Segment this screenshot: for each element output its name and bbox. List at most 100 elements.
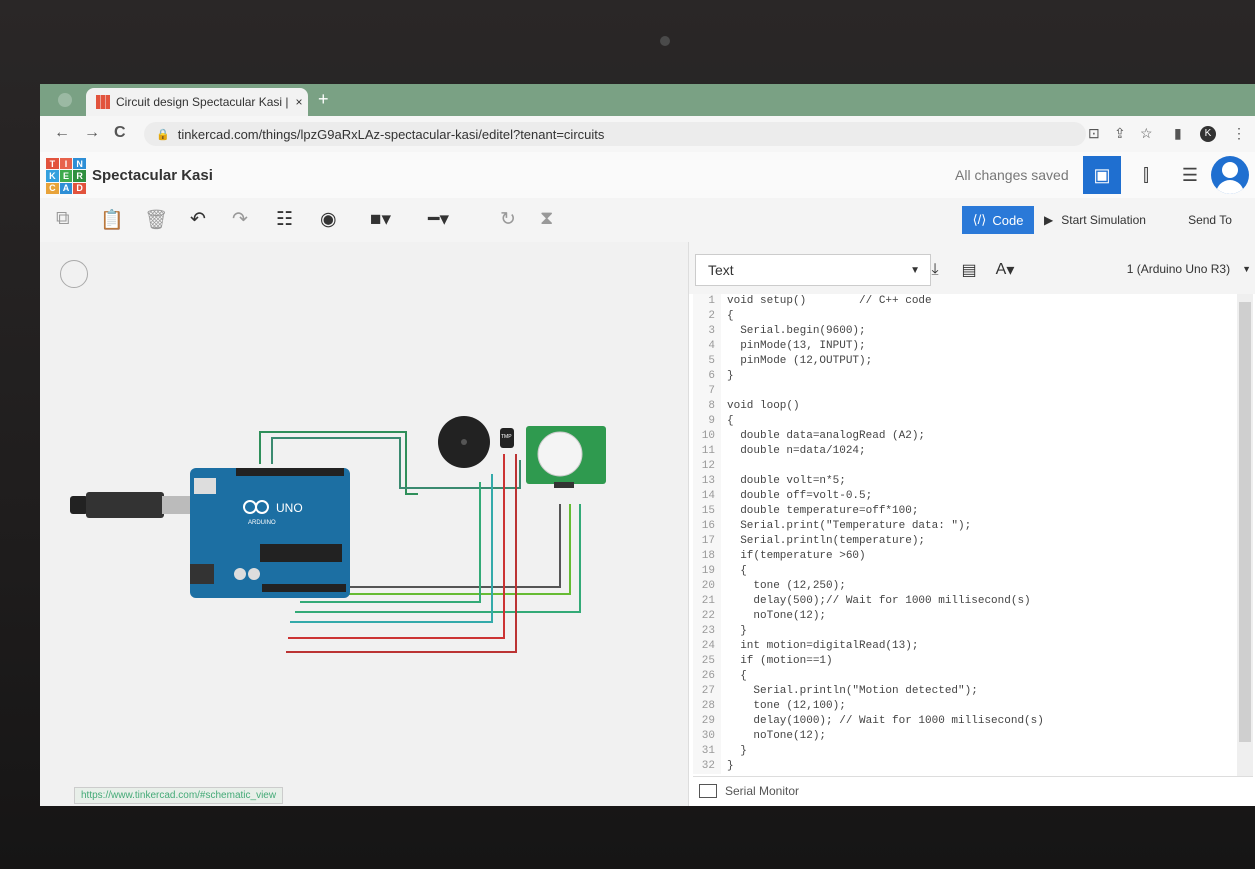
logo-letter: T xyxy=(46,158,59,170)
notes-icon[interactable]: ☷ xyxy=(276,208,293,231)
code-line[interactable]: 5 pinMode (12,OUTPUT); xyxy=(693,354,1233,369)
capacitor xyxy=(248,568,260,580)
wire-type-icon[interactable]: ━▾ xyxy=(428,208,449,231)
side-panel-icon[interactable]: ▮ xyxy=(1174,125,1182,142)
code-line[interactable]: 14 double off=volt-0.5; xyxy=(693,489,1233,504)
circuit-view-button[interactable]: ▣ xyxy=(1083,156,1121,194)
code-text: double volt=n*5; xyxy=(727,475,846,487)
code-line[interactable]: 18 if(temperature >60) xyxy=(693,549,1233,564)
code-text: } xyxy=(727,760,734,772)
code-line[interactable]: 28 tone (12,100); xyxy=(693,699,1233,714)
bookmark-star-icon[interactable]: ☆ xyxy=(1140,125,1153,142)
code-line[interactable]: 30 noTone(12); xyxy=(693,729,1233,744)
play-icon: ▶ xyxy=(1044,213,1054,227)
code-line[interactable]: 8 void loop() xyxy=(693,399,1233,414)
code-line[interactable]: 7 xyxy=(693,384,1233,399)
board-label: UNO xyxy=(276,501,303,515)
sensor-label: TMP xyxy=(501,434,512,440)
redo-icon[interactable]: ↷ xyxy=(232,208,248,231)
tinkercad-logo[interactable]: T I N K E R C A D xyxy=(46,158,86,194)
project-name[interactable]: Spectacular Kasi xyxy=(92,167,213,184)
undo-icon[interactable]: ↶ xyxy=(190,208,206,231)
code-line[interactable]: 29 delay(1000); // Wait for 1000 millise… xyxy=(693,714,1233,729)
browser-menu-icon[interactable]: ⋮ xyxy=(1232,125,1246,142)
line-number: 19 xyxy=(693,564,721,579)
user-avatar[interactable] xyxy=(1211,156,1249,194)
code-line[interactable]: 15 double temperature=off*100; xyxy=(693,504,1233,519)
code-line[interactable]: 9{ xyxy=(693,414,1233,429)
code-line[interactable]: 31 } xyxy=(693,744,1233,759)
code-line[interactable]: 27 Serial.println("Motion detected"); xyxy=(693,684,1233,699)
circuit-canvas[interactable]: UNO ARDUINO TMP xyxy=(40,242,688,806)
code-button[interactable]: ⟨/⟩ Code xyxy=(962,206,1034,234)
code-line[interactable]: 26 { xyxy=(693,669,1233,684)
code-text: pinMode (12,OUTPUT); xyxy=(727,355,873,367)
browser-tab[interactable]: Circuit design Spectacular Kasi | T × xyxy=(86,88,308,116)
wire[interactable] xyxy=(340,504,561,588)
editor-scrollbar-thumb[interactable] xyxy=(1239,302,1251,742)
code-line[interactable]: 32} xyxy=(693,759,1233,774)
code-line[interactable]: 12 xyxy=(693,459,1233,474)
device-select[interactable]: 1 (Arduino Uno R3) ▼ xyxy=(1081,254,1255,284)
code-line[interactable]: 23 } xyxy=(693,624,1233,639)
rotate-icon[interactable]: ↻ xyxy=(500,208,516,231)
delete-icon[interactable]: 🗑 xyxy=(144,208,168,232)
logo-letter: D xyxy=(73,182,86,194)
notes-visibility-icon[interactable]: ◉ xyxy=(320,208,337,231)
code-line[interactable]: 10 double data=analogRead (A2); xyxy=(693,429,1233,444)
code-text: { xyxy=(727,565,747,577)
wire[interactable] xyxy=(332,504,571,595)
line-number: 17 xyxy=(693,534,721,549)
back-arrow-icon[interactable]: ← xyxy=(54,124,70,142)
line-number: 4 xyxy=(693,339,721,354)
line-number: 21 xyxy=(693,594,721,609)
code-line[interactable]: 11 double n=data/1024; xyxy=(693,444,1233,459)
serial-monitor-toggle[interactable]: Serial Monitor xyxy=(693,776,1253,805)
reload-icon[interactable]: C xyxy=(114,124,126,142)
usb-cable[interactable] xyxy=(86,492,164,518)
tab-close-icon[interactable]: × xyxy=(290,95,308,109)
schematic-view-button[interactable]: ⫿ xyxy=(1127,156,1165,194)
flip-icon[interactable]: ⧗ xyxy=(540,208,553,230)
new-tab-button[interactable]: + xyxy=(318,89,329,110)
color-picker-icon[interactable]: ■▾ xyxy=(370,208,391,231)
code-line[interactable]: 24 int motion=digitalRead(13); xyxy=(693,639,1233,654)
address-bar-row: ← → C 🔒 tinkercad.com/things/lpzG9aRxLAz… xyxy=(40,116,1255,153)
component-list-button[interactable]: ☰ xyxy=(1171,156,1209,194)
install-app-icon[interactable]: ⊡ xyxy=(1088,125,1100,142)
code-line[interactable]: 4 pinMode(13, INPUT); xyxy=(693,339,1233,354)
code-line[interactable]: 2{ xyxy=(693,309,1233,324)
download-icon[interactable]: ⤓ xyxy=(921,256,949,284)
reset-button[interactable] xyxy=(194,478,216,494)
line-number: 24 xyxy=(693,639,721,654)
code-line[interactable]: 20 tone (12,250); xyxy=(693,579,1233,594)
share-icon[interactable]: ⇪ xyxy=(1114,125,1126,142)
code-line[interactable]: 16 Serial.print("Temperature data: "); xyxy=(693,519,1233,534)
code-line[interactable]: 13 double volt=n*5; xyxy=(693,474,1233,489)
code-line[interactable]: 21 delay(500);// Wait for 1000 milliseco… xyxy=(693,594,1233,609)
paste-icon[interactable]: 📋 xyxy=(100,208,124,232)
code-line[interactable]: 17 Serial.println(temperature); xyxy=(693,534,1233,549)
url-field[interactable]: 🔒 tinkercad.com/things/lpzG9aRxLAz-spect… xyxy=(144,122,1086,146)
library-icon[interactable]: ▤ xyxy=(955,256,983,284)
code-mode-select[interactable]: Text ▼ xyxy=(695,254,931,286)
font-size-button[interactable]: A ▾ xyxy=(991,256,1019,284)
code-editor[interactable]: 1 void setup() // C++ code 2{3 Serial.begi… xyxy=(693,294,1233,776)
forward-arrow-icon[interactable]: → xyxy=(84,124,100,142)
code-line[interactable]: 6} xyxy=(693,369,1233,384)
code-line[interactable]: 25 if (motion==1) xyxy=(693,654,1233,669)
send-to-button[interactable]: Send To xyxy=(1180,206,1240,234)
code-text: Serial.begin(9600); xyxy=(727,325,866,337)
board-brand: ARDUINO xyxy=(248,520,276,526)
code-line[interactable]: 22 noTone(12); xyxy=(693,609,1233,624)
copy-icon[interactable]: ⧉ xyxy=(56,208,70,230)
code-line[interactable]: 3 Serial.begin(9600); xyxy=(693,324,1233,339)
line-number: 7 xyxy=(693,384,721,399)
tab-search-icon[interactable] xyxy=(58,93,72,107)
code-line[interactable]: 1 void setup() // C++ code xyxy=(693,294,1233,309)
code-line[interactable]: 19 { xyxy=(693,564,1233,579)
browser-profile-avatar[interactable]: K xyxy=(1200,126,1216,142)
start-simulation-button[interactable]: ▶ Start Simulation xyxy=(1044,206,1168,234)
